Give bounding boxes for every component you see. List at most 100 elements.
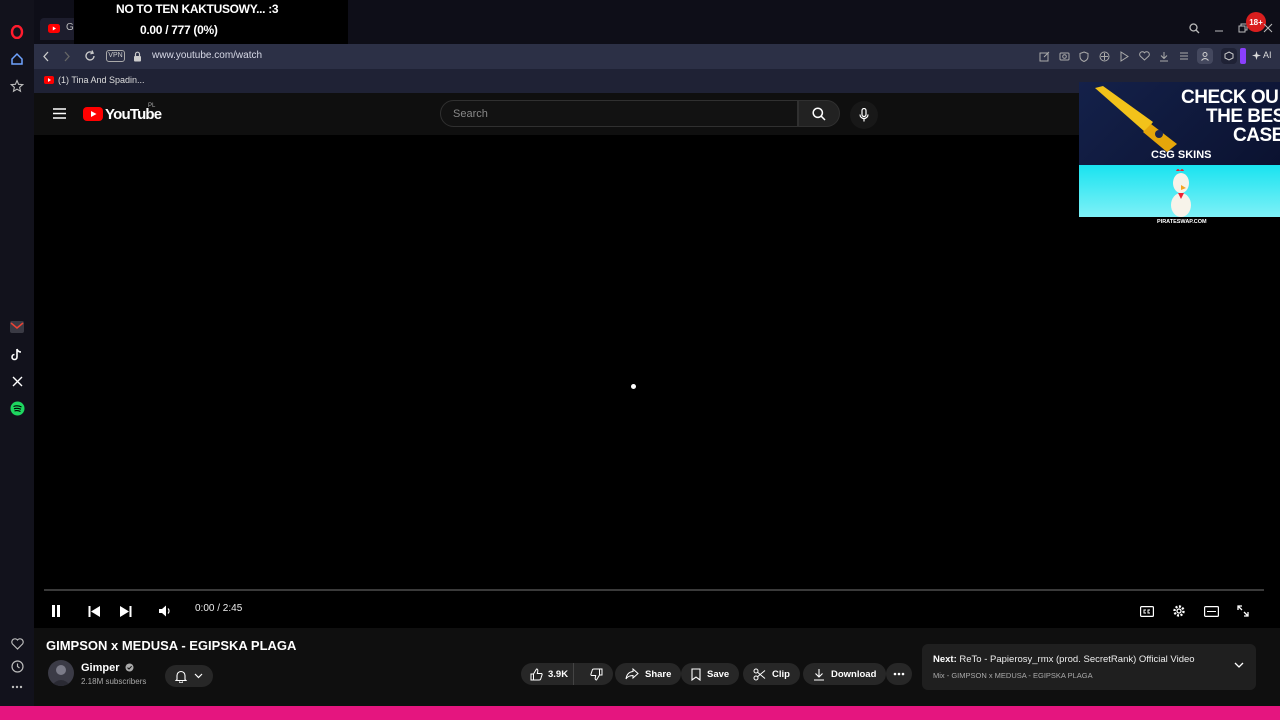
clip-label: Clip bbox=[772, 668, 790, 680]
share-icon bbox=[625, 668, 639, 680]
heart-icon[interactable] bbox=[7, 634, 27, 654]
back-icon[interactable] bbox=[42, 51, 50, 62]
play-ext-icon[interactable] bbox=[1119, 51, 1129, 62]
shield-icon[interactable] bbox=[1079, 51, 1089, 62]
theater-icon bbox=[1203, 605, 1219, 617]
pause-icon bbox=[52, 605, 60, 617]
heart-bookmark-icon[interactable] bbox=[1139, 51, 1150, 61]
up-next-card[interactable]: Next: ReTo - Papierosy_rmx (prod. Secret… bbox=[922, 644, 1256, 690]
channel-name[interactable]: Gimper bbox=[81, 662, 134, 674]
subscriber-count: 2.18M subscribers bbox=[81, 677, 147, 686]
edit-icon[interactable] bbox=[1039, 51, 1050, 62]
channel-name-text: Gimper bbox=[81, 662, 120, 674]
download-icon[interactable] bbox=[1159, 51, 1169, 62]
ai-button[interactable]: AI bbox=[1252, 50, 1272, 60]
download-arrow-icon bbox=[814, 668, 824, 681]
volume-icon bbox=[158, 605, 170, 617]
more-icon[interactable] bbox=[7, 677, 27, 697]
gmail-icon[interactable] bbox=[7, 317, 27, 337]
share-button[interactable]: Share bbox=[615, 663, 682, 685]
url-field[interactable]: www.youtube.com/watch bbox=[152, 50, 262, 61]
reload-icon[interactable] bbox=[84, 50, 96, 62]
previous-button[interactable] bbox=[84, 601, 104, 621]
volume-button[interactable] bbox=[155, 601, 175, 621]
like-dislike-group: 3.9K bbox=[521, 663, 613, 685]
lock-icon[interactable] bbox=[133, 51, 142, 62]
home-icon[interactable] bbox=[7, 49, 27, 69]
expand-chevron-icon[interactable] bbox=[1234, 662, 1244, 669]
bookmark-item[interactable]: (1) Tina And Spadin... bbox=[58, 75, 145, 85]
forward-icon[interactable] bbox=[63, 51, 71, 62]
voice-search-button[interactable] bbox=[850, 101, 878, 129]
subscribe-bell-button[interactable] bbox=[165, 665, 213, 687]
tiktok-icon[interactable] bbox=[7, 344, 27, 364]
like-button[interactable]: 3.9K bbox=[521, 663, 574, 685]
download-label: Download bbox=[831, 668, 877, 680]
channel-avatar[interactable] bbox=[48, 660, 74, 686]
up-next-video-title: ReTo - Papierosy_rmx (prod. SecretRank) … bbox=[959, 654, 1195, 665]
verified-icon bbox=[125, 663, 134, 672]
pause-button[interactable] bbox=[46, 601, 66, 621]
minimize-icon[interactable] bbox=[1211, 20, 1227, 36]
region-code: PL bbox=[148, 103, 156, 109]
chevron-down-icon bbox=[194, 673, 203, 679]
opera-logo-icon[interactable] bbox=[7, 22, 27, 42]
opera-sidebar bbox=[0, 0, 34, 706]
history-icon[interactable] bbox=[7, 656, 27, 676]
microphone-icon bbox=[859, 108, 869, 122]
spotify-icon[interactable] bbox=[7, 398, 27, 418]
youtube-logo-icon[interactable] bbox=[83, 107, 103, 121]
extension-icon[interactable] bbox=[1099, 51, 1110, 62]
close-window-icon[interactable] bbox=[1260, 20, 1276, 36]
search-tabs-icon[interactable] bbox=[1186, 20, 1202, 36]
vpn-badge[interactable]: VPN bbox=[106, 50, 125, 62]
share-label: Share bbox=[645, 668, 672, 680]
more-horizontal-icon bbox=[893, 672, 905, 676]
save-button[interactable]: Save bbox=[681, 663, 740, 685]
scissors-icon bbox=[753, 668, 766, 680]
ad-headline-3: CASE bbox=[1233, 125, 1280, 146]
aria-icon[interactable] bbox=[1221, 48, 1237, 64]
clip-button[interactable]: Clip bbox=[743, 663, 800, 685]
next-button[interactable] bbox=[116, 601, 136, 621]
knife-icon bbox=[1093, 86, 1181, 152]
search-button[interactable] bbox=[798, 100, 840, 127]
settings-button[interactable] bbox=[1169, 601, 1189, 621]
video-title: GIMPSON x MEDUSA - EGIPSKA PLAGA bbox=[46, 638, 297, 653]
next-icon bbox=[120, 605, 132, 617]
ai-accent bbox=[1240, 48, 1246, 64]
bottom-accent-bar bbox=[0, 706, 1280, 720]
camera-icon[interactable] bbox=[1059, 51, 1070, 61]
previous-icon bbox=[88, 605, 100, 617]
fullscreen-icon bbox=[1237, 605, 1249, 617]
thumbs-down-icon bbox=[590, 668, 603, 681]
overlay-donation-progress: 0.00 / 777 (0%) bbox=[140, 23, 218, 37]
like-count: 3.9K bbox=[548, 668, 569, 680]
advertisement[interactable]: CHECK OU THE BES CASE CSG SKINS PIRATESW… bbox=[1079, 82, 1280, 228]
overlay-donation-title: NO TO TEN KAKTUSOWY... :3 bbox=[116, 2, 279, 16]
loading-spinner bbox=[631, 384, 636, 389]
up-next-title: Next: ReTo - Papierosy_rmx (prod. Secret… bbox=[933, 654, 1195, 665]
ad-brand: CSG SKINS bbox=[1151, 149, 1212, 161]
captions-button[interactable] bbox=[1137, 601, 1157, 621]
gear-icon bbox=[1173, 605, 1185, 617]
download-button[interactable]: Download bbox=[803, 663, 887, 685]
progress-bar[interactable] bbox=[44, 589, 1264, 591]
ad-footer: PIRATESWAP.COM bbox=[1157, 219, 1207, 225]
menu-lines-icon[interactable] bbox=[1179, 51, 1189, 61]
search-placeholder: Search bbox=[453, 108, 488, 120]
bookmark-icon bbox=[691, 667, 701, 681]
theater-mode-button[interactable] bbox=[1201, 601, 1221, 621]
fullscreen-button[interactable] bbox=[1233, 601, 1253, 621]
profile-icon[interactable] bbox=[1197, 48, 1213, 64]
hamburger-menu-icon[interactable] bbox=[53, 108, 66, 119]
sparkle-icon bbox=[1252, 50, 1261, 60]
x-twitter-icon[interactable] bbox=[7, 371, 27, 391]
youtube-favicon-icon bbox=[48, 24, 60, 33]
search-input[interactable]: Search bbox=[440, 100, 798, 127]
more-actions-button[interactable] bbox=[886, 663, 912, 685]
star-icon[interactable] bbox=[7, 76, 27, 96]
time-display: 0:00 / 2:45 bbox=[195, 603, 243, 614]
bookmark-favicon-icon bbox=[44, 76, 54, 84]
dislike-button[interactable] bbox=[580, 663, 613, 685]
